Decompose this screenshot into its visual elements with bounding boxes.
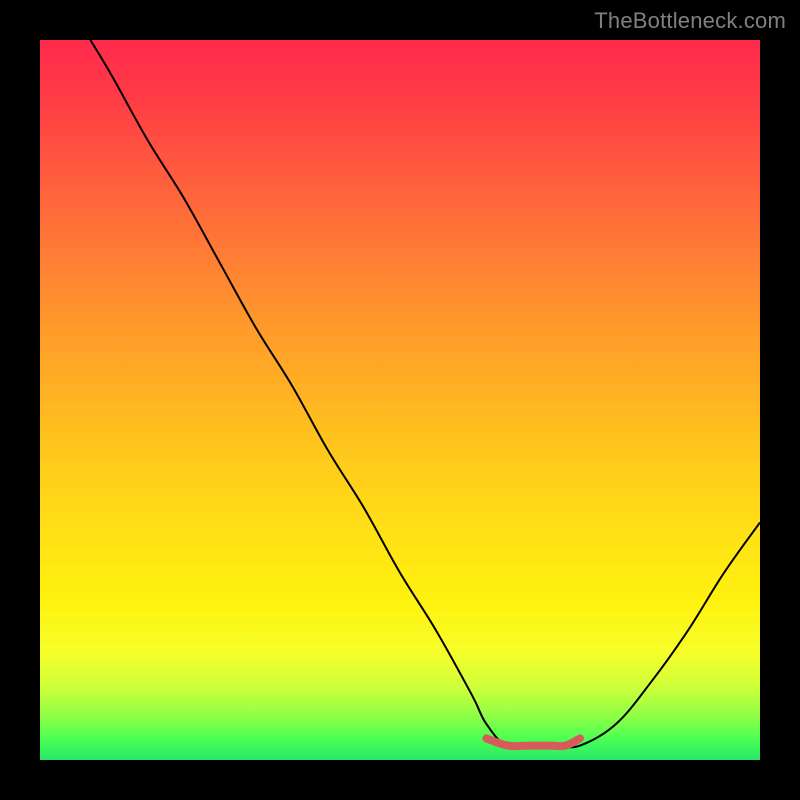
plot-area bbox=[40, 40, 760, 760]
bottleneck-curve bbox=[90, 40, 760, 747]
outer-black-frame: TheBottleneck.com bbox=[0, 0, 800, 800]
curve-layer bbox=[40, 40, 760, 760]
watermark-text: TheBottleneck.com bbox=[594, 8, 786, 34]
optimal-flat-region bbox=[486, 738, 580, 746]
